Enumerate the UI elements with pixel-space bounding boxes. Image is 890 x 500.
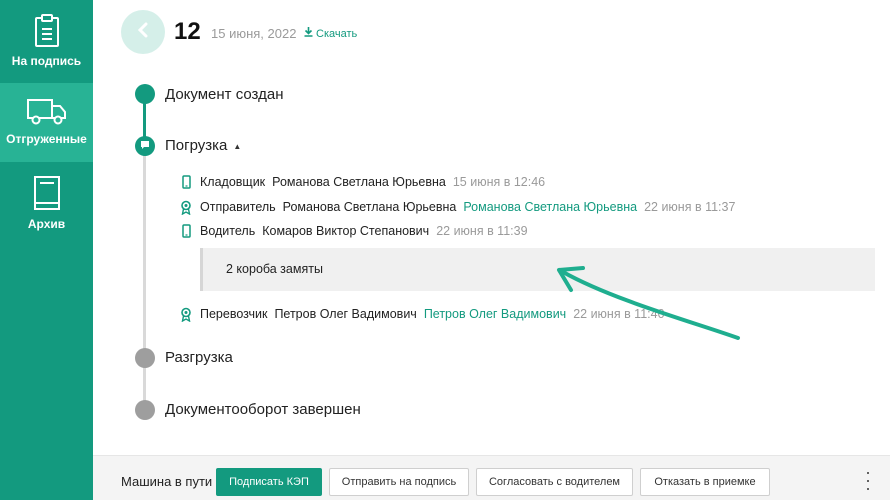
signature-time: 22 июня в 11:39: [436, 224, 528, 238]
phone-icon: [179, 223, 193, 239]
book-icon: [32, 175, 62, 211]
step-done-dot: [135, 84, 155, 104]
shipment-status: Машина в пути: [121, 474, 213, 489]
step-title-loading[interactable]: Погрузка ▲: [165, 137, 241, 154]
certificate-icon: [179, 199, 193, 215]
clipboard-icon: [34, 14, 60, 48]
document-date: 15 июня, 2022: [211, 26, 297, 41]
sidebar-item-archive[interactable]: Архив: [0, 163, 93, 243]
step-title-finished: Документооборот завершен: [165, 401, 361, 418]
signature-name: Комаров Виктор Степанович: [262, 224, 430, 238]
signature-row: Перевозчик Петров Олег Вадимович Петров …: [179, 305, 665, 323]
download-label: Скачать: [316, 27, 358, 40]
download-link[interactable]: Скачать: [304, 27, 357, 40]
chevron-left-icon: [137, 22, 149, 43]
document-number: 12: [174, 18, 201, 45]
step-current-dot: [135, 136, 155, 156]
signature-name: Романова Светлана Юрьевна: [272, 175, 446, 189]
sidebar-item-to-sign[interactable]: На подпись: [0, 0, 93, 82]
step-pending-dot: [135, 400, 155, 420]
signature-signer-link[interactable]: Петров Олег Вадимович: [424, 307, 566, 321]
sidebar: На подпись Отгруженные Архив: [0, 0, 93, 500]
step-title-label: Погрузка: [165, 137, 228, 154]
send-for-signature-button[interactable]: Отправить на подпись: [329, 468, 469, 496]
comment-icon: [140, 137, 150, 155]
sidebar-item-shipped[interactable]: Отгруженные: [0, 83, 93, 162]
step-pending-dot: [135, 348, 155, 368]
back-button[interactable]: [121, 10, 165, 54]
truck-icon: [26, 98, 67, 126]
signature-row: Отправитель Романова Светлана Юрьевна Ро…: [179, 198, 735, 216]
signature-time: 22 июня в 11:40: [573, 307, 665, 321]
caret-up-icon: ▲: [233, 141, 242, 151]
signature-name: Романова Светлана Юрьевна: [282, 200, 457, 214]
download-icon: [304, 27, 313, 40]
signature-role: Кладовщик: [200, 175, 266, 189]
sidebar-item-label: Отгруженные: [6, 132, 87, 146]
signature-time: 22 июня в 11:37: [644, 200, 736, 214]
signature-time: 15 июня в 12:46: [452, 175, 546, 189]
signature-role: Перевозчик: [200, 307, 268, 321]
phone-icon: [179, 174, 193, 190]
signature-row: Кладовщик Романова Светлана Юрьевна 15 и…: [179, 173, 545, 191]
step-title-unloading: Разгрузка: [165, 349, 233, 366]
more-options-icon[interactable]: [863, 472, 873, 490]
signature-name: Петров Олег Вадимович: [274, 307, 417, 321]
step-title-created: Документ создан: [165, 86, 284, 103]
certificate-icon: [179, 306, 193, 322]
sidebar-item-label: На подпись: [11, 54, 82, 68]
action-bar: Машина в пути Подписать КЭП Отправить на…: [93, 455, 890, 500]
driver-comment: 2 короба замяты: [200, 248, 875, 291]
sidebar-item-label: Архив: [27, 217, 66, 231]
signature-row: Водитель Комаров Виктор Степанович 22 ию…: [179, 222, 528, 240]
main-content: 12 15 июня, 2022 Скачать Документ создан…: [93, 0, 890, 500]
sign-kep-button[interactable]: Подписать КЭП: [216, 468, 322, 496]
refuse-acceptance-button[interactable]: Отказать в приемке: [640, 468, 770, 496]
signature-role: Отправитель: [200, 200, 276, 214]
signature-signer-link[interactable]: Романова Светлана Юрьевна: [463, 200, 637, 214]
signature-role: Водитель: [200, 224, 256, 238]
agree-with-driver-button[interactable]: Согласовать с водителем: [476, 468, 633, 496]
